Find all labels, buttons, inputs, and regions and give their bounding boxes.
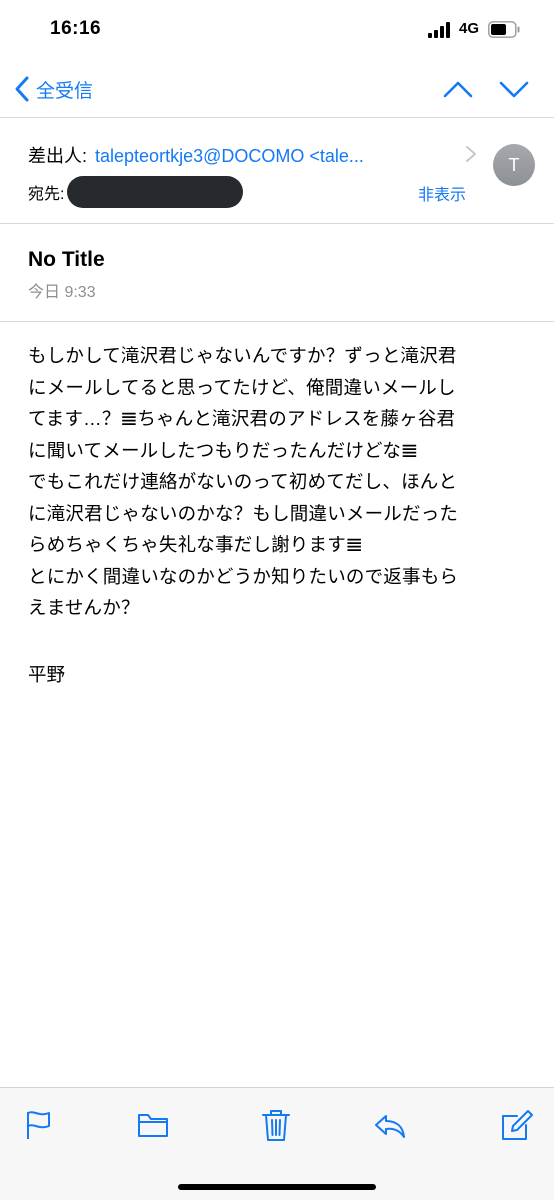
flag-button[interactable]: [22, 1108, 56, 1142]
folder-icon: [138, 1114, 168, 1137]
signature: 平野: [28, 664, 66, 685]
home-indicator: [178, 1184, 376, 1190]
chevron-up-icon: [443, 81, 473, 98]
to-label: 宛先:: [28, 186, 65, 203]
body-line: もしかして滝沢君じゃないんですか？ずっと滝沢君: [28, 345, 457, 366]
subject-block: No Title 今日 9:33: [0, 224, 554, 322]
flag-icon: [27, 1111, 50, 1139]
redacted-recipient: [67, 176, 244, 208]
status-bar: 16:16 4G: [0, 0, 554, 60]
signal-strength-icon: [428, 22, 454, 38]
body-line: らめちゃくちゃ失礼な事だし謝ります𝌆: [28, 534, 363, 555]
network-type: 4G: [459, 20, 480, 37]
avatar-initial: T: [508, 154, 520, 175]
previous-message-button[interactable]: [440, 74, 476, 104]
body-line: にメールしてると思ってたけど、俺間違いメールし: [28, 376, 456, 398]
date-time: 今日 9:33: [28, 284, 96, 301]
navigation-bar: 全受信: [0, 60, 554, 118]
hide-details-button[interactable]: 非表示: [418, 181, 466, 205]
sender-avatar[interactable]: T: [493, 144, 535, 186]
battery-icon: [488, 21, 520, 38]
body-line: でもこれだけ連絡がないのって初めてだし、ほんと: [28, 471, 458, 492]
mail-header: 差出人: talepteortkje3@DOCOMO <tale... 宛先: …: [0, 118, 554, 224]
reply-button[interactable]: [373, 1108, 407, 1142]
sender-row[interactable]: 差出人: talepteortkje3@DOCOMO <tale...: [28, 142, 364, 168]
status-time: 16:16: [50, 18, 102, 39]
message-body: もしかして滝沢君じゃないんですか？ずっと滝沢君 にメールしてると思ってたけど、俺…: [28, 340, 538, 624]
delete-button[interactable]: [259, 1108, 293, 1142]
body-line: に聞いてメールしたつもりだったんだけどな𝌆: [28, 439, 418, 461]
reply-icon: [375, 1115, 405, 1138]
body-line: てます…？𝌆ちゃんと滝沢君のアドレスを藤ヶ谷君: [28, 408, 456, 429]
back-label: 全受信: [36, 80, 94, 102]
compose-icon: [502, 1110, 533, 1140]
subject: No Title: [28, 248, 105, 271]
body-line: とにかく間違いなのかどうか知りたいので返事もら: [28, 565, 459, 587]
chevron-left-icon: [15, 76, 29, 102]
back-button[interactable]: 全受信: [14, 72, 93, 106]
trash-icon: [262, 1110, 290, 1141]
recipient-row: 宛先:: [28, 176, 244, 208]
body-line: に滝沢君じゃないのかな？もし間違いメールだった: [28, 502, 459, 524]
chevron-right-icon: [466, 146, 476, 162]
move-to-folder-button[interactable]: [136, 1108, 170, 1142]
chevron-down-icon: [499, 81, 529, 98]
body-line: えませんか？: [28, 597, 140, 618]
sender-address[interactable]: talepteortkje3@DOCOMO <tale...: [95, 146, 364, 167]
next-message-button[interactable]: [496, 74, 532, 104]
from-label: 差出人:: [28, 146, 88, 166]
compose-button[interactable]: [500, 1108, 534, 1142]
